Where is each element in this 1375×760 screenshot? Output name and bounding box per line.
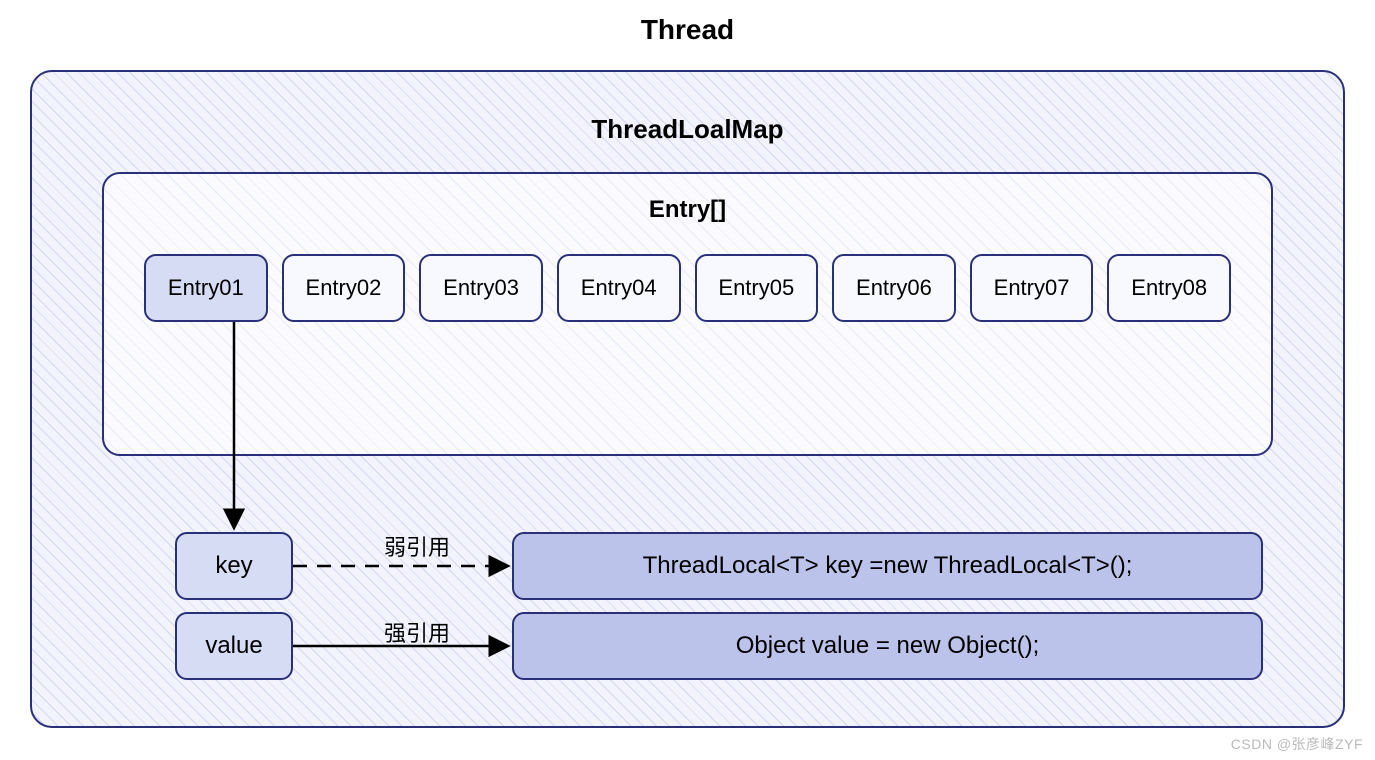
threadlocal-code-box: ThreadLocal<T> key =new ThreadLocal<T>()… xyxy=(512,532,1263,600)
entry-02: Entry02 xyxy=(282,254,406,322)
key-box: key xyxy=(175,532,293,600)
threadlocalmap-title: ThreadLoalMap xyxy=(32,114,1343,145)
entry-01: Entry01 xyxy=(144,254,268,322)
watermark: CSDN @张彦峰ZYF xyxy=(1231,734,1363,754)
weak-ref-label: 弱引用 xyxy=(357,530,477,562)
value-box: value xyxy=(175,612,293,680)
thread-title: Thread xyxy=(0,14,1375,46)
entry-array-title: Entry[] xyxy=(104,196,1271,224)
entry-row: Entry01 Entry02 Entry03 Entry04 Entry05 … xyxy=(144,254,1231,322)
entry-08: Entry08 xyxy=(1107,254,1231,322)
entry-04: Entry04 xyxy=(557,254,681,322)
entry-05: Entry05 xyxy=(695,254,819,322)
strong-ref-label: 强引用 xyxy=(357,616,477,648)
threadlocalmap-box: Entry[] Entry01 Entry02 Entry03 Entry04 … xyxy=(102,172,1273,456)
entry-07: Entry07 xyxy=(970,254,1094,322)
diagram-canvas: Thread ThreadLoalMap Entry[] Entry01 Ent… xyxy=(0,0,1375,760)
entry-03: Entry03 xyxy=(419,254,543,322)
object-code-box: Object value = new Object(); xyxy=(512,612,1263,680)
thread-box: ThreadLoalMap Entry[] Entry01 Entry02 En… xyxy=(30,70,1345,728)
entry-06: Entry06 xyxy=(832,254,956,322)
